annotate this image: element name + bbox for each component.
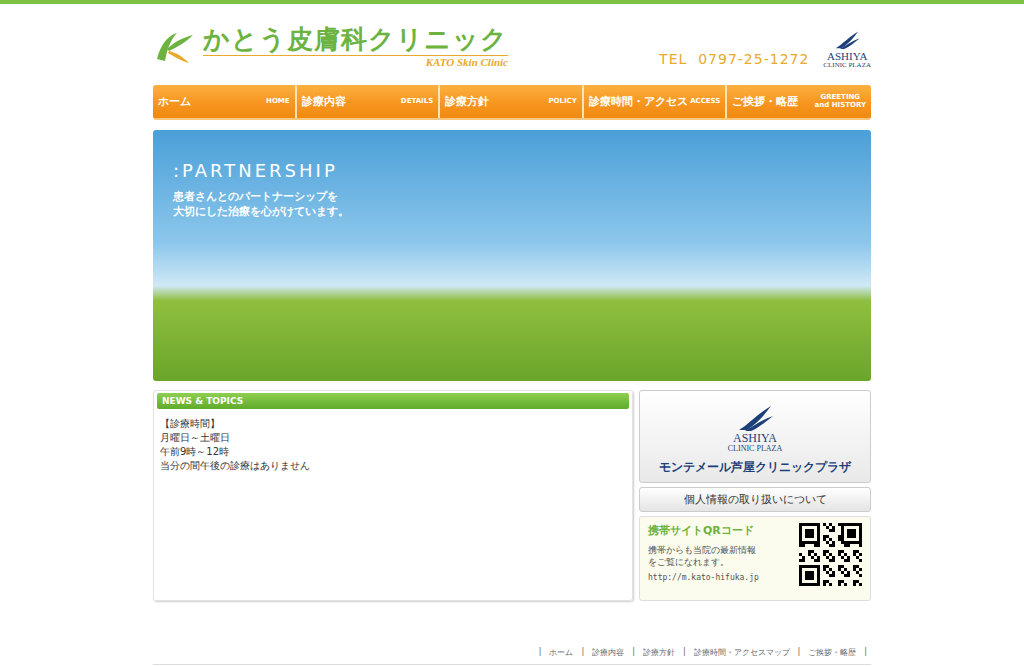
banner-line: 大切にした治療を心がけています。 xyxy=(173,204,871,219)
header: かとう皮膚科クリニックKATO Skin Clinic TEL 0797-25-1… xyxy=(153,4,871,85)
logo[interactable]: かとう皮膚科クリニックKATO Skin Clinic xyxy=(153,21,508,68)
qr-text: 携帯からも当院の最新情報 xyxy=(648,545,759,557)
footer-link[interactable]: ホーム xyxy=(549,647,573,658)
footer: |ホーム|診療内容|診療方針|診療時間・アクセスマップ|ご挨拶・略歴| xyxy=(153,647,871,665)
qr-text: をご覧になれます。 xyxy=(648,557,759,569)
privacy-link[interactable]: 個人情報の取り扱いについて xyxy=(639,487,871,512)
wing-icon xyxy=(735,404,775,432)
top-bar xyxy=(0,0,1024,4)
plaza-logo[interactable]: ASHIYACLINIC PLAZA xyxy=(823,30,871,69)
nav-item[interactable]: 診療内容DETAILS xyxy=(297,85,441,118)
qr-url: http://m.kato-hifuka.jp xyxy=(648,573,759,582)
nav-item[interactable]: 診療時間・アクセスACCESS xyxy=(584,85,728,118)
footer-link[interactable]: 診療時間・アクセスマップ xyxy=(694,647,790,658)
news-line: 【診療時間】 xyxy=(160,417,626,431)
footer-link[interactable]: ご挨拶・略歴 xyxy=(808,647,856,658)
news-line: 午前9時～12時 xyxy=(160,445,626,459)
logo-subtitle: KATO Skin Clinic xyxy=(426,56,508,68)
qr-code-icon xyxy=(799,523,862,586)
news-panel: NEWS & TOPICS 【診療時間】月曜日～土曜日午前9時～12時当分の間午後… xyxy=(153,390,633,601)
page: かとう皮膚科クリニックKATO Skin Clinic TEL 0797-25-1… xyxy=(153,4,871,665)
k-logo-icon xyxy=(153,29,197,65)
qr-title: 携帯サイトQRコード xyxy=(648,523,759,538)
nav-item[interactable]: ホームHOME xyxy=(153,85,297,118)
nav-item[interactable]: ご挨拶・略歴GREETINGand HISTORY xyxy=(727,85,871,118)
footer-link[interactable]: 診療方針 xyxy=(643,647,675,658)
news-header: NEWS & TOPICS xyxy=(157,393,629,409)
main-nav: ホームHOME診療内容DETAILS診療方針POLICY診療時間・アクセスACC… xyxy=(153,85,871,120)
banner-title: :PARTNERSHIP xyxy=(173,160,871,181)
hero-banner: :PARTNERSHIP 患者さんとのパートナーシップを大切にした治療を心がけてい… xyxy=(153,130,871,381)
logo-title: かとう皮膚科クリニック xyxy=(203,25,508,56)
banner-line: 患者さんとのパートナーシップを xyxy=(173,189,871,204)
plaza-banner[interactable]: ASHIYACLINIC PLAZAモンテメール芦屋クリニックプラザ xyxy=(639,390,871,483)
sidebar: ASHIYACLINIC PLAZAモンテメール芦屋クリニックプラザ個人情報の取… xyxy=(639,390,871,601)
wing-icon xyxy=(833,30,861,50)
qr-box: 携帯サイトQRコード携帯からも当院の最新情報をご覧になれます。 http://m.… xyxy=(639,516,871,601)
news-line: 月曜日～土曜日 xyxy=(160,431,626,445)
news-line: 当分の間午後の診療はありません xyxy=(160,459,626,473)
nav-item[interactable]: 診療方針POLICY xyxy=(440,85,584,118)
phone-number: TEL 0797-25-1272 xyxy=(659,51,809,67)
footer-link[interactable]: 診療内容 xyxy=(592,647,624,658)
